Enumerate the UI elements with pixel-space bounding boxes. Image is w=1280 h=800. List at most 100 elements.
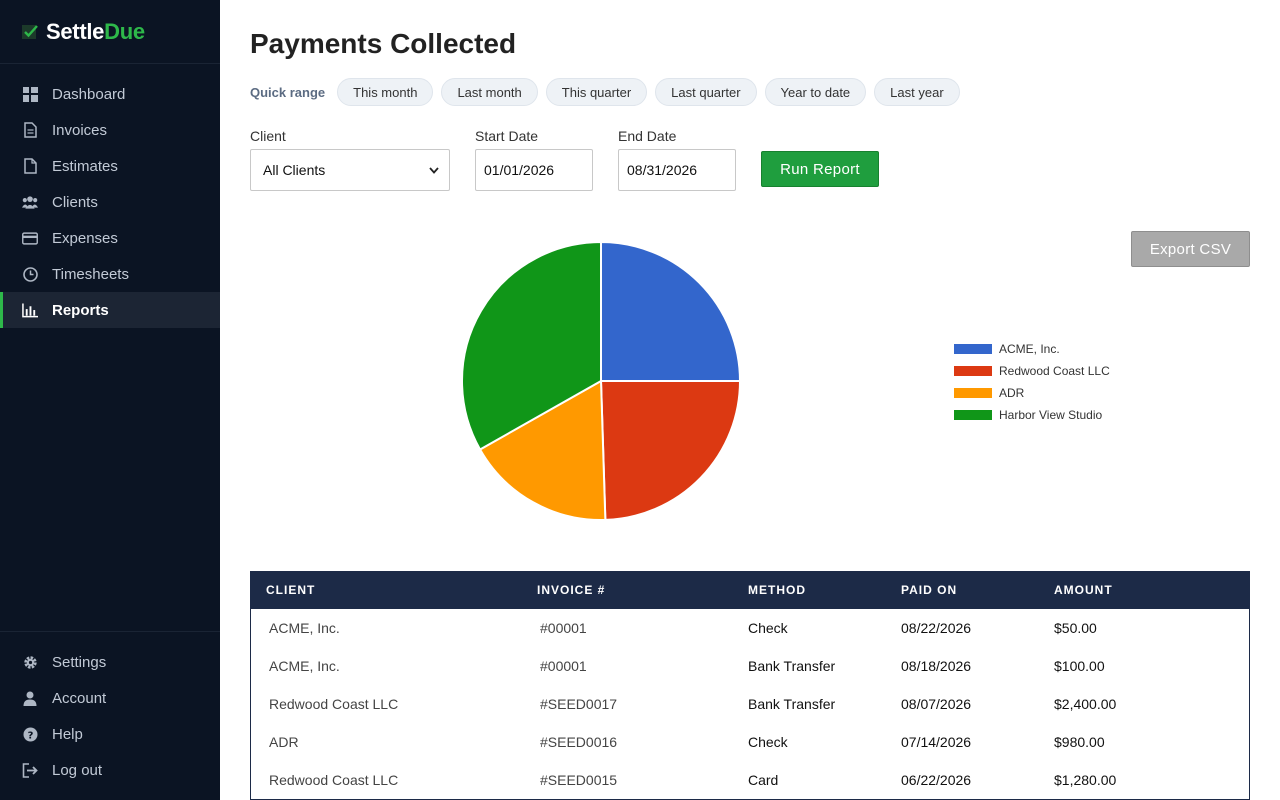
end-date-filter: End Date 08/31/2026 [618, 128, 736, 191]
cell-method: Bank Transfer [748, 658, 836, 674]
quick-range-year-to-date[interactable]: Year to date [764, 78, 867, 106]
cell-paid-on: 08/07/2026 [901, 696, 972, 712]
client-select[interactable]: All Clients [250, 149, 450, 191]
nav-item-help[interactable]: ? Help [0, 716, 220, 752]
column-header-paid-on: PAID ON [901, 583, 958, 597]
cell-client: ACME, Inc. [269, 620, 340, 636]
secondary-nav: Settings Account ? Help Log out [0, 631, 220, 788]
payments-pie-chart [461, 240, 742, 521]
cell-invoice: #00001 [540, 658, 587, 674]
column-header-client: CLIENT [266, 583, 316, 597]
column-header-method: METHOD [748, 583, 806, 597]
cell-paid-on: 06/22/2026 [901, 772, 972, 788]
nav-label: Log out [52, 761, 103, 779]
column-header-amount: AMOUNT [1054, 583, 1113, 597]
pie-slice-redwood-coast-llc[interactable] [599, 380, 742, 521]
legend-item: Redwood Coast LLC [954, 360, 1110, 382]
quick-range-last-quarter[interactable]: Last quarter [655, 78, 757, 106]
cell-client: ADR [269, 734, 299, 750]
table-row[interactable]: ADR #SEED0016 Check 07/14/2026 $980.00 [251, 723, 1249, 761]
legend-label: Harbor View Studio [999, 408, 1103, 422]
document-icon [22, 122, 38, 138]
nav-item-invoices[interactable]: Invoices [0, 112, 220, 148]
brand-name-part-b: Due [104, 18, 145, 44]
chevron-down-icon [429, 166, 439, 174]
cell-client: ACME, Inc. [269, 658, 340, 674]
start-date-label: Start Date [475, 128, 539, 144]
export-csv-button[interactable]: Export CSV [1131, 231, 1250, 267]
cell-paid-on: 07/14/2026 [901, 734, 972, 750]
credit-card-icon [22, 230, 38, 246]
nav-item-timesheets[interactable]: Timesheets [0, 256, 220, 292]
nav-item-account[interactable]: Account [0, 680, 220, 716]
nav-item-logout[interactable]: Log out [0, 752, 220, 788]
legend-label: Redwood Coast LLC [999, 364, 1110, 378]
quick-range-this-quarter[interactable]: This quarter [545, 78, 648, 106]
logout-icon [22, 762, 38, 778]
nav-item-clients[interactable]: Clients [0, 184, 220, 220]
nav-item-reports[interactable]: Reports [0, 292, 220, 328]
cell-method: Card [748, 772, 779, 788]
cell-method: Bank Transfer [748, 696, 836, 712]
table-row[interactable]: Redwood Coast LLC #SEED0017 Bank Transfe… [251, 685, 1249, 723]
chart-legend: ACME, Inc. Redwood Coast LLC ADR Harbor Vie… [954, 338, 1110, 426]
nav-label: Help [52, 725, 83, 743]
table-row[interactable]: ACME, Inc. #00001 Check 08/22/2026 $50.0… [251, 609, 1249, 647]
quick-range-bar: Quick range This month Last month This q… [250, 78, 968, 106]
legend-item: ADR [954, 382, 1110, 404]
legend-item: ACME, Inc. [954, 338, 1110, 360]
cell-method: Check [748, 734, 788, 750]
payments-table: CLIENT INVOICE # METHOD PAID ON AMOUNT A… [250, 571, 1250, 800]
file-icon [22, 158, 38, 174]
client-filter: Client All Clients [250, 128, 450, 191]
start-date-filter: Start Date 01/01/2026 [475, 128, 593, 191]
nav-item-estimates[interactable]: Estimates [0, 148, 220, 184]
quick-range-this-month[interactable]: This month [337, 78, 434, 106]
client-select-value: All Clients [263, 162, 326, 178]
cell-paid-on: 08/18/2026 [901, 658, 972, 674]
quick-range-last-month[interactable]: Last month [441, 78, 538, 106]
table-row[interactable]: ACME, Inc. #00001 Bank Transfer 08/18/20… [251, 647, 1249, 685]
cell-method: Check [748, 620, 788, 636]
nav-label: Dashboard [52, 85, 126, 103]
end-date-input[interactable]: 08/31/2026 [618, 149, 736, 191]
bar-chart-icon [22, 302, 38, 318]
client-label: Client [250, 128, 286, 144]
nav-label: Invoices [52, 121, 108, 139]
pie-slice-acme-inc[interactable] [600, 240, 742, 382]
quick-range-last-year[interactable]: Last year [874, 78, 960, 106]
table-header: CLIENT INVOICE # METHOD PAID ON AMOUNT [251, 571, 1249, 609]
nav-label: Account [52, 689, 107, 707]
nav-label: Clients [52, 193, 98, 211]
main-nav: Dashboard Invoices Estimates Clients Exp… [0, 76, 220, 328]
users-icon [22, 194, 38, 210]
cell-invoice: #SEED0016 [540, 734, 618, 750]
cell-amount: $2,400.00 [1054, 696, 1117, 712]
table-row[interactable]: Redwood Coast LLC #SEED0015 Card 06/22/2… [251, 761, 1249, 799]
start-date-input[interactable]: 01/01/2026 [475, 149, 593, 191]
brand-name: SettleDue [46, 19, 145, 45]
run-report-button[interactable]: Run Report [761, 151, 879, 187]
gear-icon [22, 654, 38, 670]
nav-item-settings[interactable]: Settings [0, 644, 220, 680]
quick-range-label: Quick range [250, 84, 326, 100]
nav-item-expenses[interactable]: Expenses [0, 220, 220, 256]
cell-amount: $50.00 [1054, 620, 1097, 636]
question-icon: ? [22, 726, 38, 742]
nav-label: Timesheets [52, 265, 129, 283]
cell-client: Redwood Coast LLC [269, 772, 399, 788]
brand[interactable]: SettleDue [0, 0, 220, 64]
nav-label: Expenses [52, 229, 118, 247]
page-title: Payments Collected [250, 28, 517, 59]
user-icon [22, 690, 38, 706]
cell-invoice: #00001 [540, 620, 587, 636]
cell-invoice: #SEED0015 [540, 772, 618, 788]
nav-item-dashboard[interactable]: Dashboard [0, 76, 220, 112]
nav-label: Reports [52, 301, 109, 319]
main-content: Payments Collected Quick range This mont… [250, 0, 1250, 800]
sidebar: SettleDue Dashboard Invoices Estimates C… [0, 0, 220, 800]
legend-swatch [954, 344, 992, 354]
clock-icon [22, 266, 38, 282]
cell-client: Redwood Coast LLC [269, 696, 399, 712]
svg-text:?: ? [27, 730, 33, 741]
